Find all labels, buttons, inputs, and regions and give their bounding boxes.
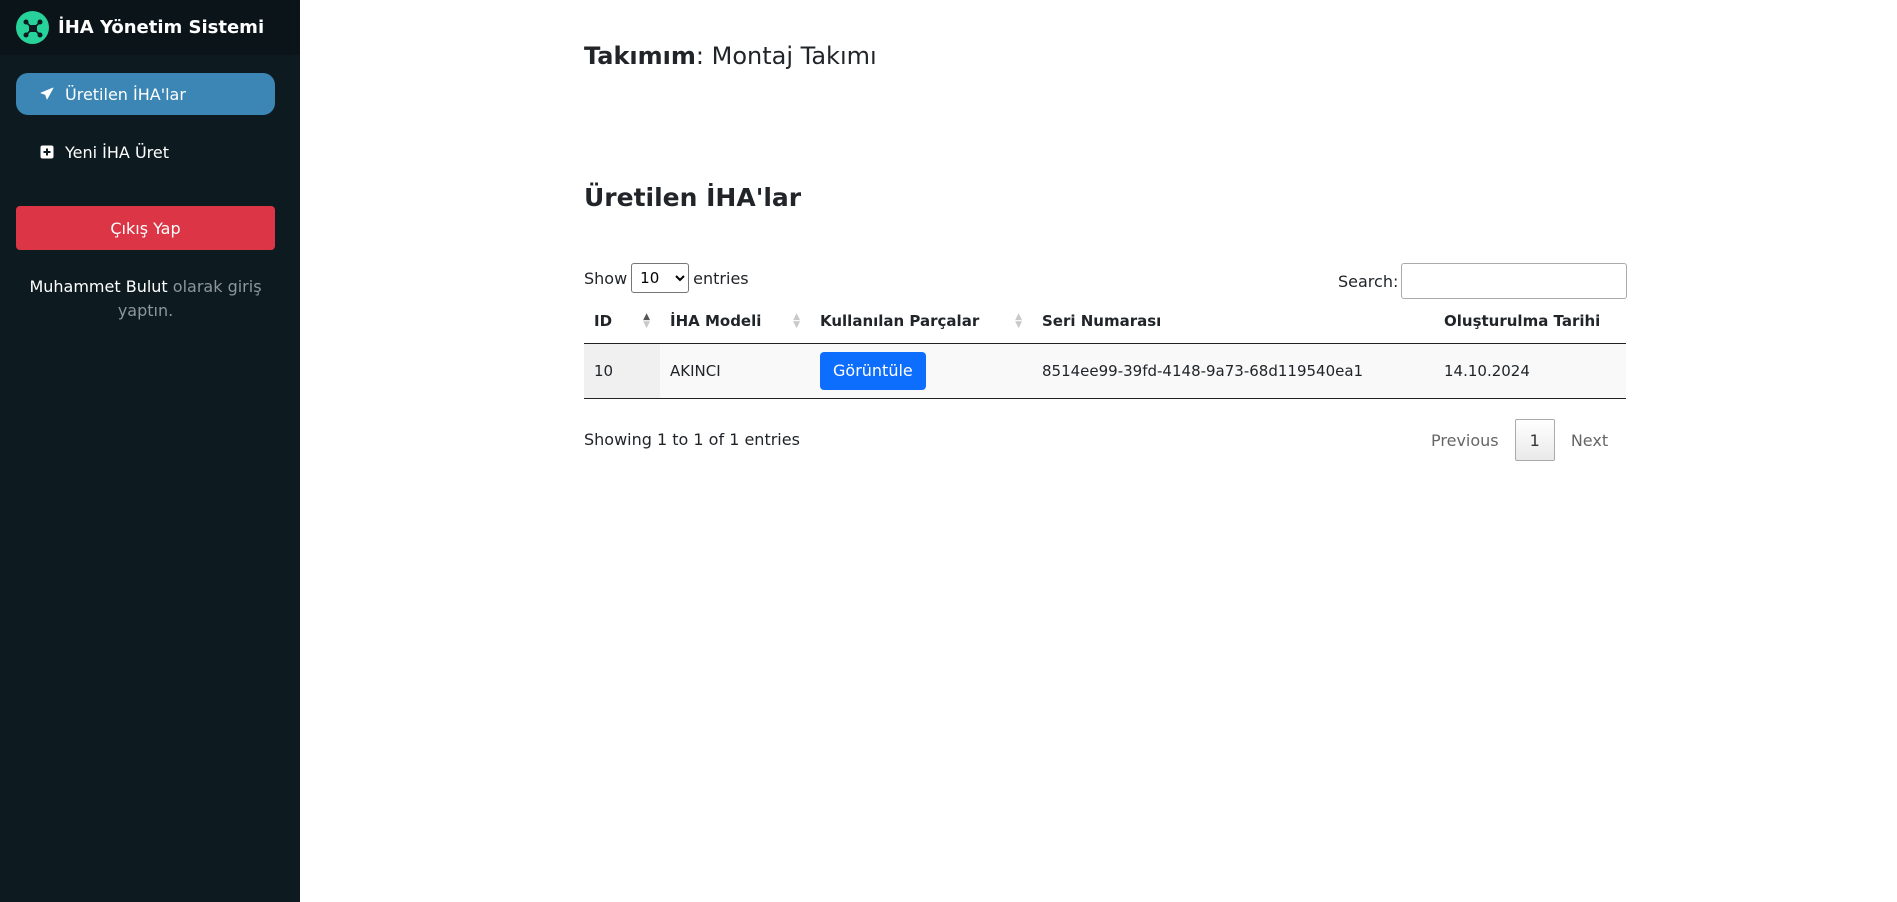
show-label: Show xyxy=(584,268,628,288)
cell-serial: 8514ee99-39fd-4148-9a73-68d119540ea1 xyxy=(1032,343,1434,399)
user-info: Muhammet Bulut olarak giriş yaptın. xyxy=(16,275,275,323)
brand[interactable]: İHA Yönetim Sistemi xyxy=(0,0,300,55)
cell-parts: Görüntüle xyxy=(810,343,1032,399)
entries-label: entries xyxy=(693,268,749,288)
sort-asc-icon: ▲ ▼ xyxy=(643,312,650,330)
column-header-id[interactable]: ID ▲ ▼ xyxy=(584,300,660,344)
column-label: İHA Modeli xyxy=(670,312,762,331)
cell-model: AKINCI xyxy=(660,343,810,399)
table-row: 10 AKINCI Görüntüle 8514ee99-39fd-4148-9… xyxy=(584,343,1626,399)
column-label: Seri Numarası xyxy=(1042,312,1162,331)
column-header-created[interactable]: Oluşturulma Tarihi xyxy=(1434,300,1626,344)
page-size-select[interactable]: 10 25 50 100 xyxy=(631,263,690,293)
team-heading: Takımım: Montaj Takımı xyxy=(584,42,877,70)
entries-length-control: Show 10 25 50 100 entries xyxy=(584,263,749,293)
team-name: Montaj Takımı xyxy=(704,42,877,70)
team-label: Takımım xyxy=(584,42,696,70)
view-parts-button[interactable]: Görüntüle xyxy=(820,351,926,390)
column-header-model[interactable]: İHA Modeli ▲ ▼ xyxy=(660,300,810,344)
column-label: ID xyxy=(594,312,613,331)
user-name: Muhammet Bulut xyxy=(29,277,168,296)
sidebar-item-label: Yeni İHA Üret xyxy=(65,142,169,162)
plus-square-icon xyxy=(40,145,54,159)
column-header-parts[interactable]: Kullanılan Parçalar ▲ ▼ xyxy=(810,300,1032,344)
sidebar: İHA Yönetim Sistemi Üretilen İHA'lar Yen… xyxy=(0,0,300,902)
table-header-row: ID ▲ ▼ İHA Modeli ▲ ▼ Kullanılan Parçalar … xyxy=(584,300,1626,344)
logout-button[interactable]: Çıkış Yap xyxy=(16,206,275,250)
app-title: İHA Yönetim Sistemi xyxy=(58,17,265,38)
column-header-serial[interactable]: Seri Numarası xyxy=(1032,300,1434,344)
column-label: Oluşturulma Tarihi xyxy=(1444,312,1601,331)
previous-page-button[interactable]: Previous xyxy=(1415,419,1515,461)
sidebar-item-new-uav[interactable]: Yeni İHA Üret xyxy=(16,131,275,173)
cell-created: 14.10.2024 xyxy=(1434,343,1626,399)
drone-logo-icon xyxy=(16,11,49,44)
sidebar-item-produced-uavs[interactable]: Üretilen İHA'lar xyxy=(16,73,275,115)
uav-table: ID ▲ ▼ İHA Modeli ▲ ▼ Kullanılan Parçalar … xyxy=(584,300,1626,399)
sort-icon: ▲ ▼ xyxy=(793,312,800,330)
team-separator: : xyxy=(695,42,704,70)
sidebar-item-label: Üretilen İHA'lar xyxy=(65,84,186,104)
sort-icon: ▲ ▼ xyxy=(1015,312,1022,330)
main-content: Takımım: Montaj Takımı Üretilen İHA'lar … xyxy=(300,0,1897,902)
search-label: Search: xyxy=(1338,271,1399,291)
plane-icon xyxy=(40,87,54,101)
pagination: Previous 1 Next xyxy=(1415,419,1624,461)
table-info: Showing 1 to 1 of 1 entries xyxy=(584,430,800,449)
search-input[interactable] xyxy=(1401,263,1628,299)
column-label: Kullanılan Parçalar xyxy=(820,312,980,331)
search-control: Search: xyxy=(1338,263,1628,299)
page-title: Üretilen İHA'lar xyxy=(584,183,802,212)
cell-id: 10 xyxy=(584,343,660,399)
page-1-button[interactable]: 1 xyxy=(1514,419,1555,461)
next-page-button[interactable]: Next xyxy=(1555,419,1624,461)
